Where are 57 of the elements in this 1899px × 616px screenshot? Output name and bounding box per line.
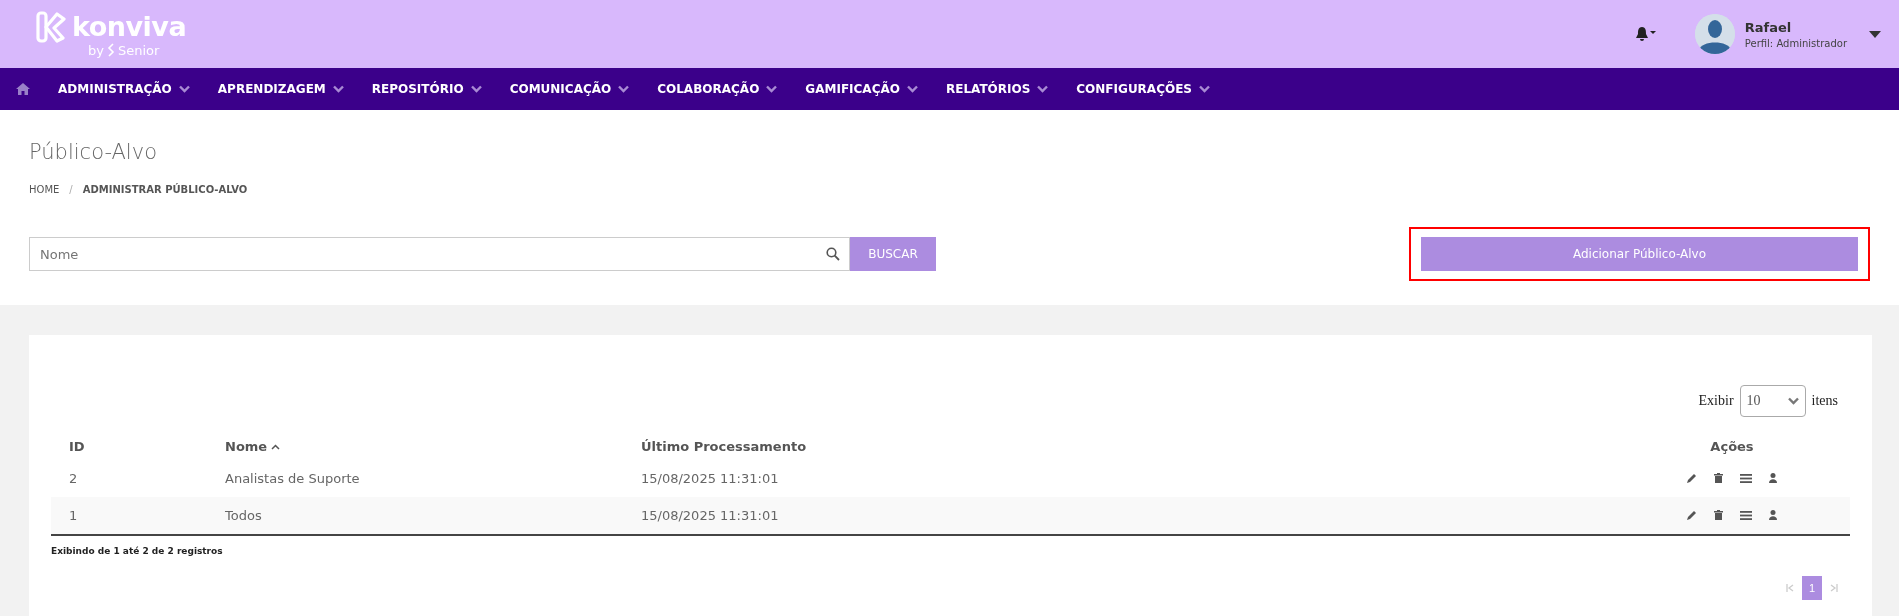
trash-icon[interactable] [1714, 473, 1723, 483]
chevron-down-icon [332, 85, 344, 93]
breadcrumb-separator: / [69, 184, 73, 195]
notification-bell-icon[interactable] [1634, 26, 1657, 42]
breadcrumb-item[interactable]: HOME [29, 184, 60, 195]
logo-brand-text: Senior [117, 42, 160, 58]
chevron-down-icon [906, 85, 918, 93]
page-title: Público-Alvo [29, 140, 158, 164]
chevron-down-icon [766, 85, 778, 93]
table-cell: 15/08/2025 11:31:01 [641, 508, 779, 523]
search-field[interactable]: Nome [29, 237, 850, 271]
sort-up-icon [271, 443, 281, 450]
column-header[interactable]: Ações [1710, 439, 1754, 454]
column-header[interactable]: Último Processamento [641, 439, 807, 454]
pencil-icon[interactable] [1687, 473, 1697, 483]
nav-menu-item[interactable]: REPOSITÓRIO [371, 82, 482, 96]
chevron-down-icon [178, 85, 190, 93]
nav-menu-item[interactable]: COLABORAÇÃO [657, 82, 778, 96]
chevron-down-icon [1199, 85, 1210, 93]
records-summary: Exibindo de 1 até 2 de 2 registros [51, 546, 224, 556]
nav-menu-item[interactable]: COMUNICAÇÃO [509, 82, 630, 96]
list-icon[interactable] [1740, 473, 1752, 483]
user-icon[interactable] [1769, 510, 1777, 520]
chevron-down-icon [1787, 397, 1799, 405]
column-header[interactable]: ID [69, 439, 85, 454]
nav-menu-item[interactable]: APRENDIZAGEM [217, 82, 344, 96]
page-size-select[interactable]: 10 [1739, 385, 1806, 417]
table-cell: 2 [69, 471, 78, 486]
table-cell: 1 [69, 508, 78, 523]
logo-by-text: by [88, 42, 104, 58]
breadcrumb-item: ADMINISTRAR PÚBLICO-ALVO [82, 184, 248, 195]
nav-menu-item[interactable]: RELATÓRIOS [945, 82, 1049, 96]
column-header[interactable]: Nome [225, 439, 281, 454]
logo-text: konviva [72, 11, 187, 42]
chevron-down-icon [1037, 85, 1049, 93]
table-cell: Todos [225, 508, 262, 523]
search-icon [826, 247, 840, 261]
caret-down-icon[interactable] [1869, 30, 1881, 38]
chevron-down-icon [618, 85, 630, 93]
user-icon[interactable] [1769, 473, 1777, 483]
table-cell: Analistas de Suporte [225, 471, 360, 486]
nav-menu-item[interactable]: CONFIGURAÇÕES [1076, 82, 1210, 96]
chevron-down-icon [470, 85, 482, 93]
page-size-label: Exibir [1698, 393, 1734, 409]
table-cell: 15/08/2025 11:31:01 [641, 471, 779, 486]
logo-icon [36, 10, 66, 43]
page-size-suffix: itens [1811, 393, 1838, 409]
nav-menu-item[interactable]: GAMIFICAÇÃO [805, 82, 918, 96]
user-profile: Perfil: Administrador [1744, 37, 1847, 49]
s-curve-icon [106, 43, 115, 57]
list-icon[interactable] [1740, 510, 1752, 520]
nav-menu-item[interactable]: ADMINISTRAÇÃO [58, 82, 190, 96]
trash-icon[interactable] [1714, 510, 1723, 520]
user-name: Rafael [1744, 19, 1793, 35]
home-icon[interactable] [16, 83, 30, 95]
pencil-icon[interactable] [1687, 510, 1697, 520]
avatar-silhouette-icon[interactable] [1694, 14, 1735, 54]
